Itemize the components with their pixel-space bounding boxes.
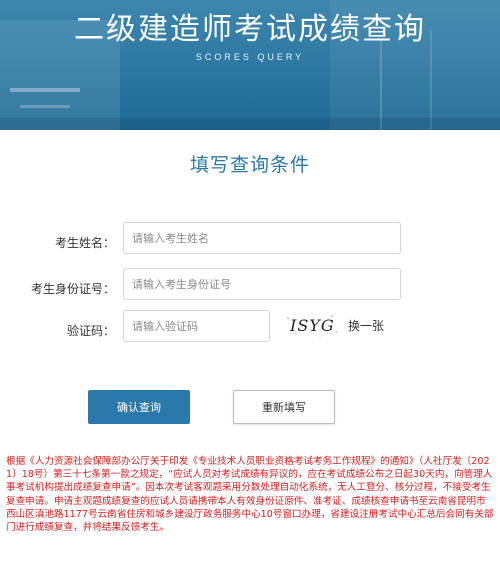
header-banner: 二级建造师考试成绩查询 SCORES QUERY: [0, 0, 500, 130]
captcha-text: ISYG: [289, 316, 335, 335]
name-label: 考生姓名：: [54, 236, 115, 250]
form-heading: 填写查询条件: [189, 154, 310, 176]
reset-form-button[interactable]: 重新填写: [233, 390, 335, 424]
banner-decoration: [20, 105, 70, 108]
banner-decoration: [0, 118, 500, 130]
page-title: 二级建造师考试成绩查询: [74, 12, 426, 47]
banner-decoration: [10, 88, 80, 92]
captcha-input[interactable]: [123, 310, 270, 342]
name-input[interactable]: [123, 222, 401, 254]
page-subtitle: SCORES QUERY: [195, 52, 305, 62]
captcha-image[interactable]: ISYG: [282, 310, 342, 340]
notice-text: 根据《人力资源社会保障部办公厅关于印发《专业技术人员职业资格考试考务工作规程》的…: [6, 456, 494, 534]
id-number-input[interactable]: [123, 268, 401, 300]
submit-query-button[interactable]: 确认查询: [88, 390, 190, 424]
captcha-label: 验证码：: [66, 324, 115, 338]
id-number-label: 考生身份证号：: [30, 282, 115, 296]
refresh-captcha-link[interactable]: 换一张: [348, 317, 384, 334]
